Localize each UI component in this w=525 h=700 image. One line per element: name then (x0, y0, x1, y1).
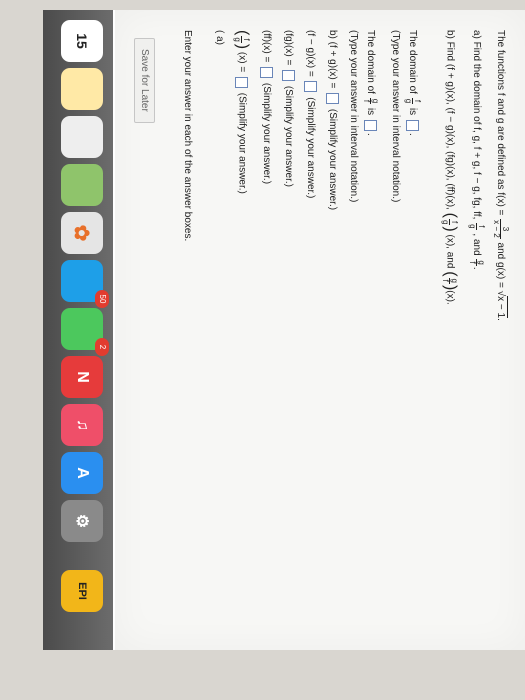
part-a-text: a) Find the domain of f, g, f + g, f − g… (468, 30, 486, 270)
quotient-row: (f g) (x) = (Simplify your answer.) (233, 30, 252, 194)
epic-app-icon[interactable]: EPI (61, 570, 103, 612)
sideways-screen: The functions f and g are defined as f(x… (43, 10, 525, 650)
domain-f-over-g-row: The domain of fg is . (404, 30, 422, 136)
quotient-answer-box[interactable] (235, 76, 249, 88)
facetime-app-icon[interactable]: 2 (61, 308, 109, 356)
difference-answer-box[interactable] (304, 81, 317, 93)
product-answer-box[interactable] (282, 70, 295, 82)
save-for-later-button[interactable]: Save for Later (134, 38, 155, 123)
settings-app-icon[interactable]: ⚙ (61, 500, 103, 542)
dock: 15 ✿ 50 2 N ♫ A ⚙ EPI (43, 10, 113, 650)
question-panel: The functions f and g are defined as f(x… (115, 10, 525, 650)
photos-app-icon[interactable]: ✿ (61, 212, 103, 254)
interval-note: (Type your answer in interval notation.) (348, 30, 359, 203)
maps-app-icon[interactable] (61, 164, 103, 206)
messages-app-icon[interactable]: 50 (61, 260, 109, 308)
reminders-app-icon[interactable] (61, 116, 103, 158)
domain-f-over-g-answer-box[interactable] (406, 119, 419, 131)
interval-note: (Type your answer in interval notation.) (390, 30, 401, 203)
news-app-icon[interactable]: N (61, 356, 103, 398)
product-row: (fg)(x) = (Simplify your answer.) (282, 30, 295, 187)
app-store-icon[interactable]: A (61, 452, 103, 494)
partial-row: ( a) (214, 30, 225, 45)
music-app-icon[interactable]: ♫ (61, 404, 103, 446)
sum-answer-box[interactable] (326, 93, 339, 105)
calendar-app-icon[interactable]: 15 (61, 20, 103, 62)
f-fraction: 3x − 2 (492, 219, 510, 239)
difference-row: (f − g)(x) = (Simplify your answer.) (304, 30, 317, 199)
part-b-text: b) Find (f + g)(x), (f − g)(x), (fg)(x),… (441, 30, 460, 305)
sum-row: b) (f + g)(x) = (Simplify your answer.) (326, 30, 339, 211)
ff-row: (ff)(x) = (Simplify your answer.) (260, 30, 273, 185)
ff-answer-box[interactable] (260, 67, 273, 79)
domain-g-over-f-row: The domain of gf is . (362, 30, 380, 136)
enter-answers-instruction: Enter your answer in each of the answer … (182, 30, 193, 242)
domain-g-over-f-answer-box[interactable] (364, 119, 377, 131)
notes-app-icon[interactable] (61, 68, 103, 110)
problem-statement: The functions f and g are defined as f(x… (492, 30, 510, 321)
